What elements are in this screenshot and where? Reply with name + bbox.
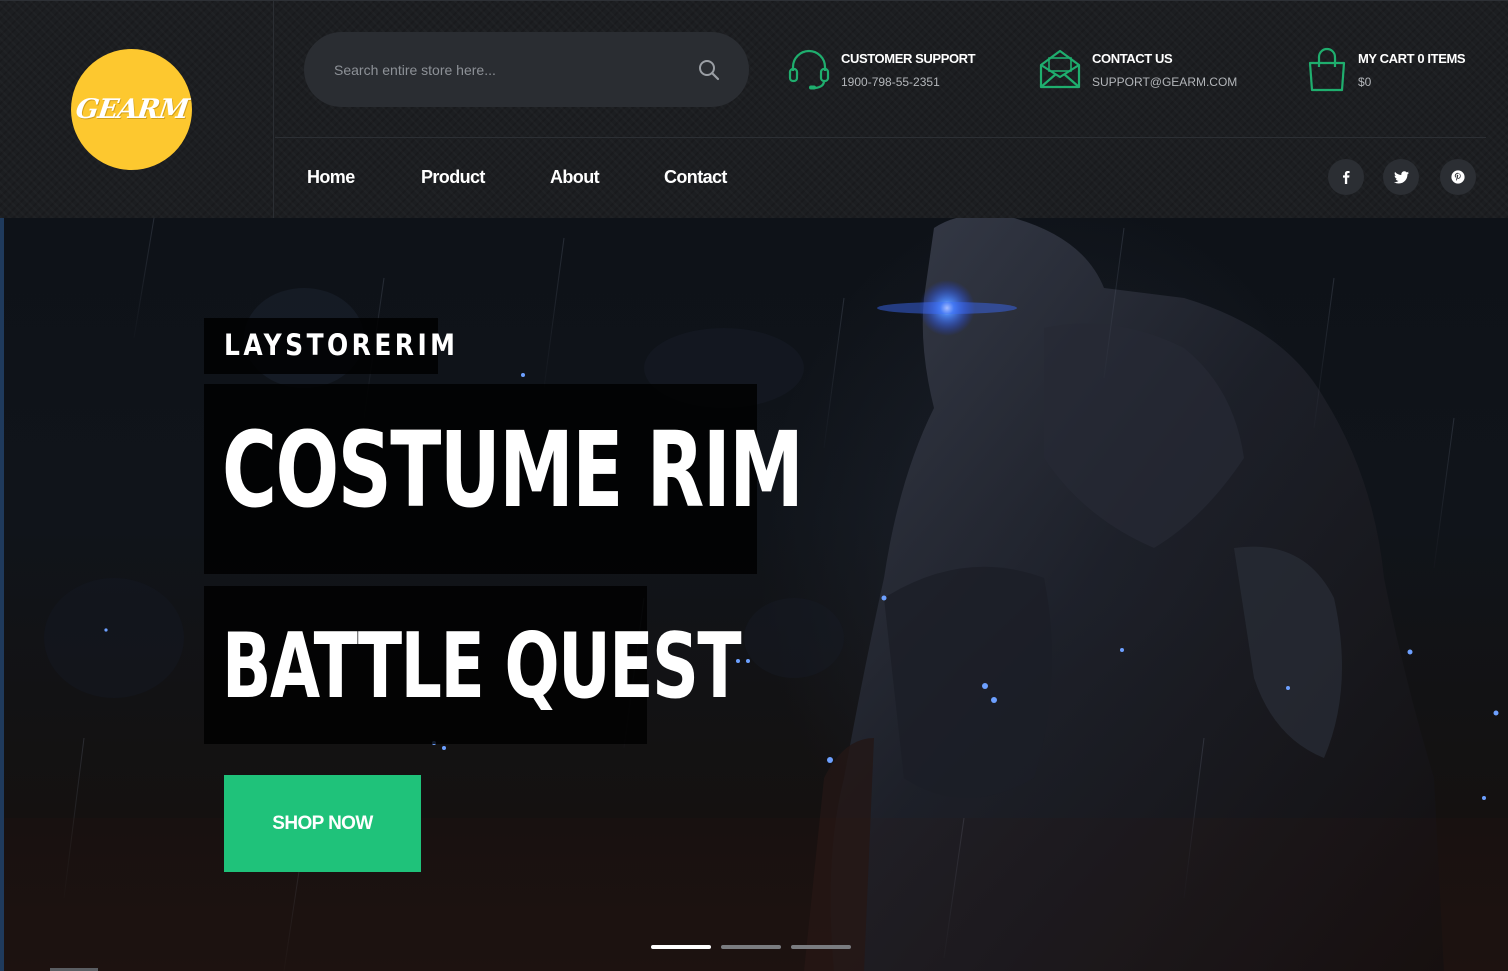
facebook-icon (1343, 171, 1350, 184)
hero-tag: LAYSTORERIM (224, 328, 459, 362)
pinterest-button[interactable] (1440, 159, 1476, 195)
search-icon (699, 60, 720, 81)
hero-slider: LAYSTORERIM COSTUME RIM BATTLE QUEST SHO… (4, 218, 1508, 971)
shop-now-button[interactable]: SHOP NOW (224, 775, 421, 872)
site-header: GEARM CUSTOMER SUPPORT 1900-798-55-2351 (0, 0, 1508, 219)
facebook-button[interactable] (1328, 159, 1364, 195)
hero-subtitle: BATTLE QUEST (222, 614, 742, 719)
site-logo[interactable]: GEARM (71, 49, 192, 170)
headset-icon (788, 49, 830, 90)
nav-home[interactable]: Home (307, 167, 355, 188)
hero-title-box: COSTUME RIM (204, 384, 804, 574)
support-phone[interactable]: 1900-798-55-2351 (841, 75, 940, 89)
customer-support-block: CUSTOMER SUPPORT 1900-798-55-2351 (787, 47, 977, 95)
cart-total: $0 (1358, 75, 1372, 89)
search-button[interactable] (697, 58, 721, 82)
envelope-icon (1039, 49, 1081, 89)
slider-dot-2[interactable] (721, 945, 781, 949)
cart-title: MY CART 0 ITEMS (1358, 51, 1466, 66)
twitter-icon (1393, 170, 1409, 183)
hero-subtitle-box: BATTLE QUEST (204, 586, 742, 744)
nav-contact[interactable]: Contact (664, 167, 727, 188)
support-title: CUSTOMER SUPPORT (841, 51, 976, 66)
pinterest-icon (1451, 170, 1465, 184)
nav-divider (275, 137, 1486, 138)
search-bar (304, 32, 749, 107)
contact-email[interactable]: SUPPORT@GEARM.COM (1092, 75, 1237, 89)
search-input[interactable] (334, 32, 694, 107)
logo-wordmark: GEARM (73, 94, 190, 125)
contact-title: CONTACT US (1092, 51, 1173, 66)
slider-dot-3[interactable] (791, 945, 851, 949)
nav-product[interactable]: Product (421, 167, 485, 188)
hero-tag-box: LAYSTORERIM (204, 318, 455, 374)
cart-block[interactable]: MY CART 0 ITEMS $0 (1305, 47, 1485, 95)
shopping-bag-icon (1308, 47, 1346, 92)
slider-dot-1[interactable] (651, 945, 711, 949)
logo-column: GEARM (0, 1, 274, 219)
contact-block: CONTACT US SUPPORT@GEARM.COM (1038, 47, 1238, 95)
nav-about[interactable]: About (550, 167, 600, 188)
hero-title: COSTUME RIM (222, 409, 804, 531)
twitter-button[interactable] (1383, 159, 1419, 195)
